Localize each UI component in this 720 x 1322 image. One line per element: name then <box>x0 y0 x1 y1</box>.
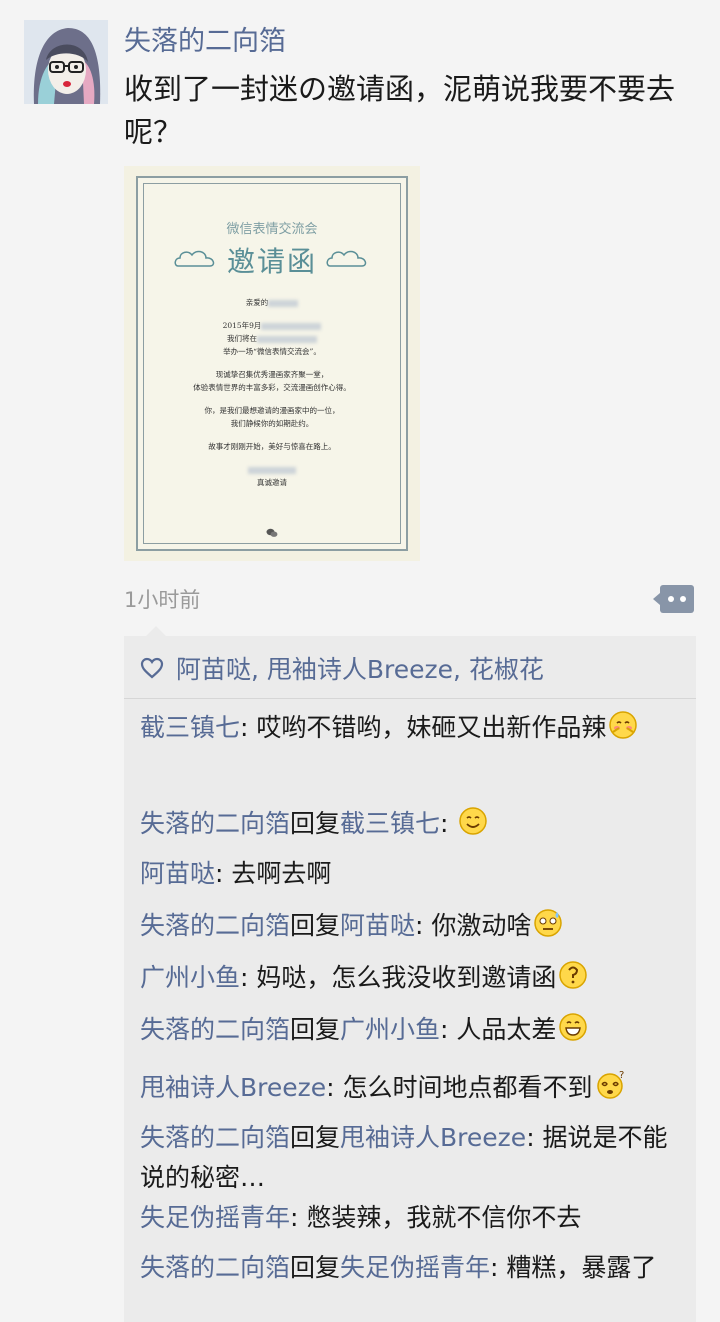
comment-text: : 哎哟不错哟，妹砸又出新作品辣 <box>240 713 607 742</box>
grin-emoji-icon <box>559 1013 588 1041</box>
comment-item[interactable]: 失落的二向箔回复截三镇七: <box>140 804 688 844</box>
comment-author[interactable]: 阿苗哒 <box>140 859 215 888</box>
invitation-title: 邀请函 <box>226 245 317 278</box>
comment-text: : 人品太差 <box>440 1015 557 1044</box>
dizzy-emoji-icon: ? <box>596 1070 624 1099</box>
comment-text: : 你激动啥 <box>415 911 532 940</box>
comment-author[interactable]: 甩袖诗人Breeze <box>140 1073 326 1102</box>
comment-item[interactable]: 失落的二向箔回复广州小鱼: 人品太差 <box>140 1010 688 1050</box>
comment-reply-target[interactable]: 截三镇七 <box>340 809 440 838</box>
comment-reply-word: 回复 <box>290 1253 341 1282</box>
more-dot-icon <box>668 596 674 602</box>
invitation-card: 微信表情交流会 邀请函 亲爱的 2015年9月 我们将在 举办一场“微信表情交流… <box>136 176 408 551</box>
svg-text:?: ? <box>619 1070 624 1081</box>
comment-text: : 憋装辣，我就不信你不去 <box>290 1203 582 1232</box>
comment-text: : 去啊去啊 <box>215 859 332 888</box>
comment-author[interactable]: 失足伪摇青年 <box>140 1203 290 1232</box>
comment-author[interactable]: 失落的二向箔 <box>140 1253 290 1282</box>
comment-reply-target[interactable]: 广州小鱼 <box>340 1015 440 1044</box>
shy-emoji-icon <box>609 711 638 739</box>
comment-reply-word: 回复 <box>290 911 341 940</box>
comment-reply-word: 回复 <box>290 1015 341 1044</box>
likes-comments-panel: 阿苗哒, 甩袖诗人Breeze, 花椒花 截三镇七: 哎哟不错哟，妹砸又出新作品… <box>124 626 696 1322</box>
post-text: 收到了一封迷の邀请函，泥萌说我要不要去呢？ <box>124 72 676 149</box>
divider <box>124 698 696 699</box>
comment-item[interactable]: 截三镇七: 哎哟不错哟，妹砸又出新作品辣 <box>140 708 688 748</box>
comment-author[interactable]: 失落的二向箔 <box>140 809 290 838</box>
likes-row: 阿苗哒, 甩袖诗人Breeze, 花椒花 <box>140 650 544 686</box>
comment-item[interactable]: 失落的二向箔回复失足伪摇青年: 糟糕，暴露了 <box>140 1248 688 1288</box>
comment-author[interactable]: 截三镇七 <box>140 713 240 742</box>
comment-author[interactable]: 失落的二向箔 <box>140 1123 290 1152</box>
post-time: 1小时前 <box>124 588 201 612</box>
comment-item[interactable]: 失落的二向箔回复阿苗哒: 你激动啥 <box>140 906 688 946</box>
question-emoji-icon <box>559 961 588 989</box>
smile-emoji-icon <box>459 807 488 835</box>
comment-item[interactable]: 失落的二向箔回复甩袖诗人Breeze: 据说是不能说的秘密… <box>140 1118 688 1198</box>
comment-text: : 妈哒，怎么我没收到邀请函 <box>240 963 557 992</box>
comment-reply-target[interactable]: 失足伪摇青年 <box>340 1253 490 1282</box>
comment-reply-target[interactable]: 阿苗哒 <box>340 911 415 940</box>
wechat-icon <box>266 528 278 537</box>
comment-text: : <box>440 809 457 838</box>
comment-reply-target[interactable]: 甩袖诗人Breeze <box>340 1123 526 1152</box>
author-avatar[interactable] <box>24 20 108 104</box>
comment-text: : 怎么时间地点都看不到 <box>326 1073 593 1102</box>
invitation-subtitle: 微信表情交流会 <box>226 222 318 237</box>
comment-author[interactable]: 失落的二向箔 <box>140 1015 290 1044</box>
more-actions-button[interactable] <box>653 585 694 613</box>
post-author-name[interactable]: 失落的二向箔 <box>124 22 286 62</box>
sweat-emoji-icon <box>534 909 563 937</box>
comment-item[interactable]: 阿苗哒: 去啊去啊 <box>140 854 688 894</box>
comment-reply-word: 回复 <box>290 1123 341 1152</box>
comment-reply-word: 回复 <box>290 809 341 838</box>
invitation-body: 亲爱的 2015年9月 我们将在 举办一场“微信表情交流会”。 现诚挚召集优秀漫… <box>193 298 351 487</box>
like-names[interactable]: 阿苗哒, 甩袖诗人Breeze, 花椒花 <box>176 650 544 686</box>
comment-text: : 糟糕，暴露了 <box>490 1253 657 1282</box>
post-image[interactable]: 微信表情交流会 邀请函 亲爱的 2015年9月 我们将在 举办一场“微信表情交流… <box>124 166 420 561</box>
more-dot-icon <box>680 596 686 602</box>
comment-item[interactable]: 失足伪摇青年: 憋装辣，我就不信你不去 <box>140 1198 688 1238</box>
comment-author[interactable]: 失落的二向箔 <box>140 911 290 940</box>
comment-item[interactable]: 广州小鱼: 妈哒，怎么我没收到邀请函 <box>140 958 688 998</box>
comment-author[interactable]: 广州小鱼 <box>140 963 240 992</box>
heart-icon <box>140 657 164 679</box>
comment-item[interactable]: 甩袖诗人Breeze: 怎么时间地点都看不到? <box>140 1068 688 1108</box>
